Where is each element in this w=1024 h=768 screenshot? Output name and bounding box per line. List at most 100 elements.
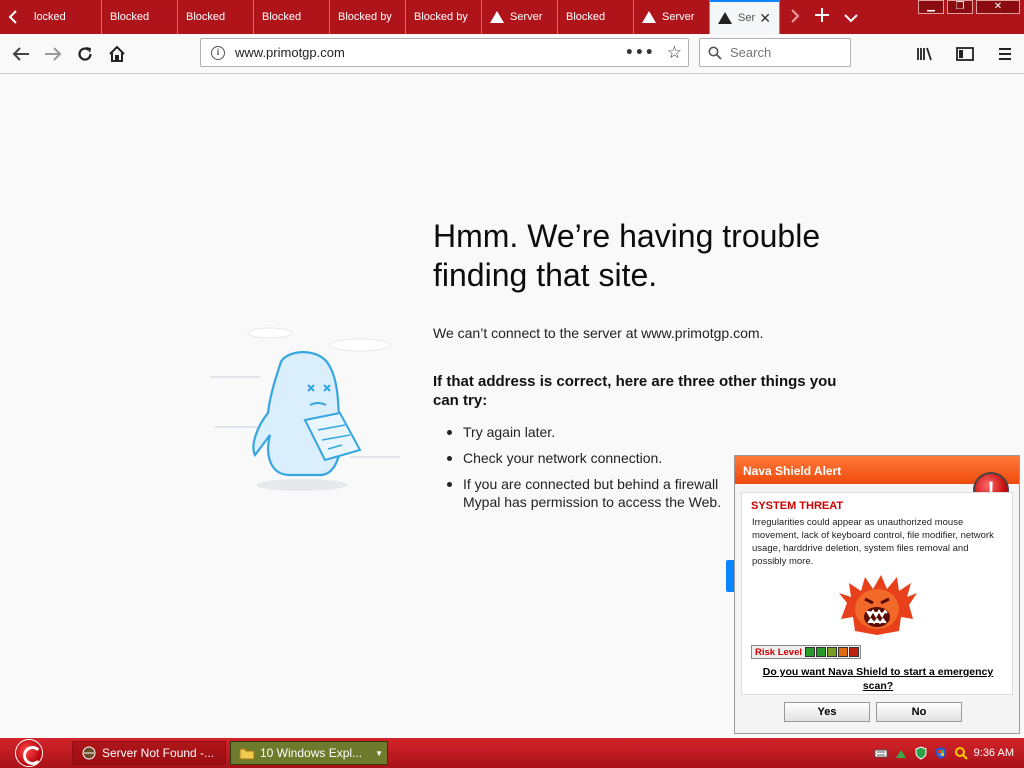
tab[interactable]: Blocked: [558, 0, 634, 34]
search-tray-icon[interactable]: [954, 746, 968, 760]
tab[interactable]: Blocked: [102, 0, 178, 34]
library-button[interactable]: [912, 41, 938, 67]
reload-button[interactable]: [72, 41, 98, 67]
warning-icon: [642, 11, 656, 23]
bookmark-star-icon[interactable]: ☆: [667, 43, 682, 63]
minimize-icon: ▁: [927, 1, 935, 12]
minimize-button[interactable]: ▁: [918, 0, 944, 14]
error-suggestions-heading: If that address is correct, here are thr…: [433, 373, 837, 409]
close-window-button[interactable]: ✕: [976, 0, 1020, 14]
risk-cell: [805, 647, 815, 657]
tab-label: Blocked by: [414, 11, 468, 23]
tab-scroll-right-button[interactable]: [790, 7, 800, 28]
nava-shield-alert-popup: Nava Shield Alert ! SYSTEM THREAT Irregu…: [734, 455, 1020, 734]
tab-controls: [780, 0, 858, 34]
tab-label: Blocked: [186, 11, 226, 23]
taskbar-item-browser[interactable]: Server Not Found -...: [72, 741, 226, 765]
chevron-down-icon: [844, 13, 858, 22]
risk-cell: [849, 647, 859, 657]
windows-shield-icon[interactable]: [934, 746, 948, 760]
error-suggestions-list: Try again later. Check your network conn…: [447, 423, 747, 519]
forward-arrow-icon: [45, 47, 62, 61]
new-tab-button[interactable]: [814, 7, 830, 28]
tab-label: Ser: [738, 12, 756, 24]
tab-label: Server: [510, 11, 543, 23]
tab[interactable]: Blocked by: [330, 0, 406, 34]
back-button[interactable]: [8, 41, 34, 67]
tab-list: locked Blocked Blocked Blocked Blocked by Blo…: [26, 0, 780, 34]
close-icon: ✕: [993, 1, 1003, 12]
sidebar-icon: [956, 47, 974, 61]
tab[interactable]: Server: [482, 0, 558, 34]
restore-icon: ❐: [955, 1, 965, 12]
tab-active[interactable]: Ser ✕: [710, 0, 780, 34]
site-info-icon[interactable]: i: [211, 45, 225, 60]
taskbar: Server Not Found -... 10 Windows Expl...…: [0, 738, 1024, 768]
error-title: Hmm. We’re having trouble finding that s…: [433, 218, 821, 293]
forward-button[interactable]: [40, 41, 66, 67]
chevron-left-icon: [8, 10, 17, 24]
hamburger-menu-icon: [999, 48, 1011, 60]
no-button[interactable]: No: [876, 702, 962, 722]
list-item: Try again later.: [447, 423, 747, 441]
search-icon: [708, 46, 722, 60]
risk-cell: [838, 647, 848, 657]
search-input[interactable]: [730, 45, 840, 60]
tab[interactable]: Blocked by: [406, 0, 482, 34]
list-item: Check your network connection.: [447, 449, 747, 467]
risk-level-meter: Risk Level: [751, 645, 861, 659]
keyboard-icon[interactable]: [874, 746, 888, 760]
system-tray: 9:36 AM: [874, 738, 1024, 768]
yes-button[interactable]: Yes: [784, 702, 870, 722]
taskbar-group-arrow-icon: ▼: [375, 748, 383, 758]
plus-icon: [815, 7, 829, 22]
scan-question-link[interactable]: Do you want Nava Shield to start a emerg…: [752, 665, 1004, 693]
network-icon[interactable]: [894, 746, 908, 760]
navigation-toolbar: i www.primotgp.com ••• ☆: [0, 34, 1024, 74]
angry-monster-icon: [839, 575, 917, 635]
all-tabs-button[interactable]: [844, 7, 858, 28]
tab-strip: locked Blocked Blocked Blocked Blocked by Blo…: [0, 0, 1024, 34]
risk-level-label: Risk Level: [755, 646, 802, 658]
tab-scroll-left-button[interactable]: [0, 0, 26, 34]
security-shield-icon[interactable]: [914, 746, 928, 760]
back-arrow-icon: [12, 47, 29, 61]
tab[interactable]: locked: [26, 0, 102, 34]
tab-label: Blocked: [110, 11, 150, 23]
list-item: If you are connected but behind a firewa…: [447, 475, 747, 511]
tab-label: Blocked by: [338, 11, 392, 23]
url-text[interactable]: www.primotgp.com: [235, 45, 345, 60]
tab[interactable]: Blocked: [254, 0, 330, 34]
popup-body: SYSTEM THREAT Irregularities could appea…: [741, 492, 1013, 695]
home-icon: [109, 45, 125, 62]
home-button[interactable]: [104, 41, 130, 67]
taskbar-item-explorer[interactable]: 10 Windows Expl... ▼: [230, 741, 388, 765]
library-icon: [917, 47, 932, 61]
folder-icon: [239, 748, 255, 760]
taskbar-item-label: Server Not Found -...: [102, 746, 215, 760]
reload-icon: [78, 47, 92, 61]
menu-button[interactable]: [992, 41, 1018, 67]
url-bar[interactable]: i www.primotgp.com ••• ☆: [200, 38, 689, 67]
start-button[interactable]: [10, 738, 48, 768]
tab-label: Blocked: [262, 11, 302, 23]
tab-label: Blocked: [566, 11, 606, 23]
browser-icon: [82, 746, 96, 760]
page-actions-button[interactable]: •••: [625, 45, 655, 61]
threat-description: Irregularities could appear as unauthori…: [752, 517, 994, 567]
risk-cell: [827, 647, 837, 657]
tab-label: Server: [662, 11, 695, 23]
sidebar-button[interactable]: [952, 41, 978, 67]
taskbar-item-label: 10 Windows Expl...: [260, 746, 363, 760]
error-description: We can’t connect to the server at www.pr…: [433, 325, 764, 341]
clock[interactable]: 9:36 AM: [974, 747, 1014, 759]
window-controls: ▁ ❐ ✕: [918, 0, 1020, 14]
warning-icon: [490, 11, 504, 23]
tab-close-icon[interactable]: ✕: [759, 10, 771, 27]
tab[interactable]: Server: [634, 0, 710, 34]
search-bar[interactable]: [699, 38, 851, 67]
confused-creature-illustration: [210, 327, 400, 491]
maximize-button[interactable]: ❐: [947, 0, 973, 14]
tab[interactable]: Blocked: [178, 0, 254, 34]
start-orb-icon: [15, 739, 43, 767]
